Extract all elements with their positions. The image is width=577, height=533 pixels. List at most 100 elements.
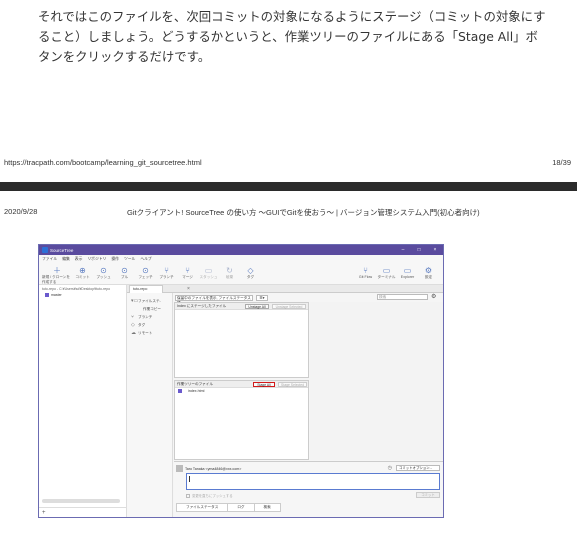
close-icon[interactable]: × xyxy=(187,285,190,293)
branch-icon: ⑂ xyxy=(164,266,169,275)
sidebar-scrollbar[interactable] xyxy=(42,499,120,503)
menu-file[interactable]: ファイル xyxy=(42,257,57,262)
commit-icon: ⊕ xyxy=(79,266,86,275)
folder-icon: ▾▭ xyxy=(131,298,139,304)
tag-icon: ◇ xyxy=(131,322,135,328)
staged-pane-title: Index にステージしたファイル xyxy=(177,303,227,308)
tab-tuto-repo[interactable]: tuto-repo xyxy=(129,285,163,293)
commit-button[interactable]: ⊕ コミット xyxy=(72,266,93,280)
branch-item-master[interactable]: master xyxy=(39,293,126,297)
window-title: SourceTree xyxy=(50,247,74,253)
branch-button[interactable]: ⑂ ブランチ xyxy=(156,266,177,280)
staged-files-pane: Index にステージしたファイル Unstage All Unstage Se… xyxy=(174,302,309,378)
page1-line-1: それではこのファイルを、次回コミットの対象になるようにステージ（コミットの対象に… xyxy=(38,9,546,24)
menu-view[interactable]: 表示 xyxy=(75,257,83,262)
unstage-selected-button[interactable]: Unstage Selected xyxy=(272,304,306,309)
repository-sidebar: tuto-repo - C:¥Users¥sd¥Desktop¥tuto-rep… xyxy=(39,285,127,517)
bottom-view-tabs: ファイルステータス ログ 検索 xyxy=(176,503,281,512)
staged-pane-header: Index にステージしたファイル Unstage All Unstage Se… xyxy=(175,303,308,310)
window-controls: – □ × xyxy=(395,247,443,253)
nav-file-status[interactable]: ▾▭ ファイルステ- xyxy=(127,297,172,305)
new-clone-button[interactable]: ＋ 新規 / クローンを作成する xyxy=(42,266,72,285)
stage-all-button[interactable]: Stage All xyxy=(253,382,275,387)
menu-edit[interactable]: 編集 xyxy=(62,257,70,262)
unstaged-files-pane: 作業ツリーのファイル Stage All Stage Selected inde… xyxy=(174,380,309,460)
checkbox-box xyxy=(186,493,190,498)
explorer-button[interactable]: ▭ Explorer xyxy=(397,266,418,280)
push-immediately-checkbox[interactable]: 変更を直ちにプッシュする xyxy=(186,493,233,498)
tab-log[interactable]: ログ xyxy=(227,503,255,512)
unstaged-pane-header: 作業ツリーのファイル Stage All Stage Selected xyxy=(175,381,308,388)
fetch-icon: ⊙ xyxy=(142,266,149,275)
sourcetree-window: SourceTree – □ × ファイル 編集 表示 リポジトリ 操作 ツール… xyxy=(38,244,444,518)
toolbar-right-group: ⑂ Git Flow ▭ ターミナル ▭ Explorer ⚙ 設定 xyxy=(355,266,443,280)
gitflow-button[interactable]: ⑂ Git Flow xyxy=(355,266,376,280)
file-status-icon xyxy=(178,389,182,393)
merge-icon: ⑂ xyxy=(185,266,190,275)
unstaged-file-name: index.html xyxy=(188,389,205,393)
commit-panel: Taro Tanaka <yma4846@xxx.com> ◷ コミットオプショ… xyxy=(174,461,443,517)
diff-view xyxy=(310,302,443,460)
discard-button[interactable]: ↻ 破棄 xyxy=(219,266,240,280)
nav-branches[interactable]: ⑂ ブランチ xyxy=(127,313,172,321)
repo-path[interactable]: tuto-repo - C:¥Users¥sd¥Desktop¥tuto-rep… xyxy=(39,285,126,293)
page-url-footer[interactable]: https://tracpath.com/bootcamp/learning_g… xyxy=(4,158,202,167)
maximize-button[interactable]: □ xyxy=(411,247,427,253)
discard-icon: ↻ xyxy=(226,266,233,275)
menu-help[interactable]: ヘルプ xyxy=(140,257,151,262)
fetch-button[interactable]: ⊙ フェッチ xyxy=(135,266,156,280)
list-view-icon: ☰▾ xyxy=(259,295,265,300)
page-separator xyxy=(0,182,577,191)
menu-bar: ファイル 編集 表示 リポジトリ 操作 ツール ヘルプ xyxy=(39,255,443,263)
tab-search[interactable]: 検索 xyxy=(253,503,281,512)
commit-submit-button[interactable]: コミット xyxy=(416,492,440,498)
settings-button[interactable]: ⚙ 設定 xyxy=(418,266,439,280)
main-toolbar: ＋ 新規 / クローンを作成する ⊕ コミット ⊙ プッシュ ⊙ プル ⊙ フェ… xyxy=(39,263,443,285)
unstaged-file-row[interactable]: index.html xyxy=(175,388,308,394)
explorer-icon: ▭ xyxy=(403,266,412,275)
push-button[interactable]: ⊙ プッシュ xyxy=(93,266,114,280)
gitflow-icon: ⑂ xyxy=(363,266,368,275)
commit-author: Taro Tanaka <yma4846@xxx.com> xyxy=(176,465,241,472)
merge-button[interactable]: ⑂ マージ xyxy=(177,266,198,280)
history-icon[interactable]: ◷ xyxy=(388,465,392,471)
file-search-input[interactable]: 検索 xyxy=(377,294,428,300)
branch-marker-icon xyxy=(45,293,49,297)
nav-working-copy[interactable]: 作業コピー xyxy=(127,305,172,313)
sidebar-add-button[interactable]: + xyxy=(39,507,127,517)
menu-repository[interactable]: リポジトリ xyxy=(87,257,106,262)
nav-remotes[interactable]: ☁ リモート xyxy=(127,329,172,337)
file-filter-select[interactable]: 保留中のファイルを表示, ファイルステータス順 xyxy=(175,294,253,305)
page1-paragraph: それではこのファイルを、次回コミットの対象になるようにステージ（コミットの対象に… xyxy=(38,7,568,67)
plus-icon: ＋ xyxy=(53,266,61,275)
menu-actions[interactable]: 操作 xyxy=(111,257,119,262)
gear-icon[interactable]: ⚙ xyxy=(431,293,436,300)
stage-selected-button[interactable]: Stage Selected xyxy=(278,382,307,387)
minimize-button[interactable]: – xyxy=(395,247,411,253)
tag-button[interactable]: ◇ タグ xyxy=(240,266,261,280)
stash-button[interactable]: ▭ スタッシュ xyxy=(198,266,219,280)
page1-line-2: ること）しましょう。どうするかというと、作業ツリーのファイルにある「Stage … xyxy=(38,29,538,44)
unstage-all-button[interactable]: Unstage All xyxy=(245,304,269,309)
text-caret xyxy=(189,476,190,482)
file-filter-bar: 保留中のファイルを表示, ファイルステータス順 ☰▾ 検索 ⚙ xyxy=(173,293,443,305)
pull-icon: ⊙ xyxy=(121,266,128,275)
menu-tools[interactable]: ツール xyxy=(124,257,135,262)
terminal-icon: ▭ xyxy=(382,266,391,275)
window-titlebar: SourceTree – □ × xyxy=(39,245,443,255)
plus-icon: + xyxy=(42,509,46,516)
view-mode-select[interactable]: ☰▾ xyxy=(256,294,268,301)
avatar xyxy=(176,465,183,472)
page-number: 18/39 xyxy=(552,158,571,167)
commit-options-select[interactable]: コミットオプション... xyxy=(396,465,440,471)
print-page-title: Gitクライアント! SourceTree の使い方 ～GUIでGitを使おう～… xyxy=(127,208,480,217)
unstaged-pane-title: 作業ツリーのファイル xyxy=(177,381,213,386)
commit-message-input[interactable] xyxy=(186,473,440,490)
close-window-button[interactable]: × xyxy=(427,247,443,253)
nav-tags[interactable]: ◇ タグ xyxy=(127,321,172,329)
tab-file-status[interactable]: ファイルステータス xyxy=(176,503,229,512)
tag-icon: ◇ xyxy=(247,266,254,275)
terminal-button[interactable]: ▭ ターミナル xyxy=(376,266,397,280)
page1-line-3: タンをクリックするだけです。 xyxy=(38,49,211,64)
pull-button[interactable]: ⊙ プル xyxy=(114,266,135,280)
